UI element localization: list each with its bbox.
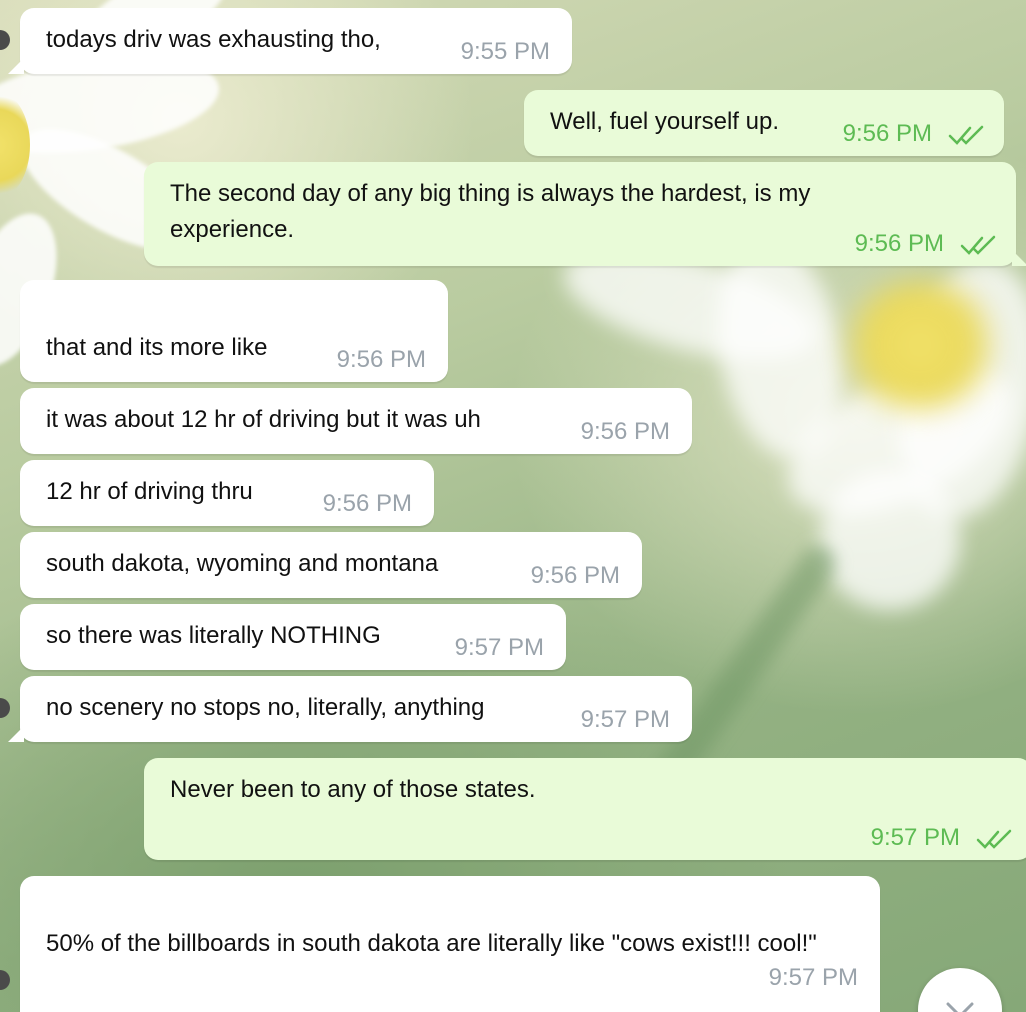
incoming-message[interactable]: that and its more like 9:56 PM xyxy=(20,280,448,382)
message-text: south dakota, wyoming and montana xyxy=(46,550,439,577)
message-time: 9:56 PM xyxy=(842,120,932,147)
incoming-message[interactable]: so there was literally NOTHING 9:57 PM xyxy=(20,604,566,670)
avatar[interactable] xyxy=(0,698,10,718)
message-time: 9:56 PM xyxy=(530,562,620,589)
message-text: todays driv was exhausting tho, xyxy=(46,26,381,53)
bubble-tail xyxy=(8,726,24,742)
message-time: 9:57 PM xyxy=(870,824,960,851)
double-check-icon xyxy=(948,125,984,145)
outgoing-message[interactable]: The second day of any big thing is alway… xyxy=(144,162,1026,266)
incoming-message[interactable]: 50% of the billboards in south dakota ar… xyxy=(20,876,880,1012)
message-time: 9:57 PM xyxy=(580,706,670,733)
avatar[interactable] xyxy=(0,30,10,50)
message-text: 12 hr of driving thru xyxy=(46,478,253,505)
message-text: The second day of any big thing is alway… xyxy=(170,180,818,243)
message-time: 9:56 PM xyxy=(854,230,944,257)
incoming-message[interactable]: it was about 12 hr of driving but it was… xyxy=(20,388,692,454)
incoming-message[interactable]: 12 hr of driving thru 9:56 PM xyxy=(20,460,434,526)
scroll-to-bottom-button[interactable] xyxy=(918,968,1002,1012)
message-text: so there was literally NOTHING xyxy=(46,622,381,649)
message-time: 9:56 PM xyxy=(336,346,426,373)
bubble-tail xyxy=(1012,250,1026,266)
incoming-message[interactable]: south dakota, wyoming and montana 9:56 P… xyxy=(20,532,642,598)
double-check-icon xyxy=(960,235,996,255)
message-text: 50% of the billboards in south dakota ar… xyxy=(46,930,817,957)
message-text: Well, fuel yourself up. xyxy=(550,108,779,135)
message-time: 9:56 PM xyxy=(322,490,412,517)
message-text: it was about 12 hr of driving but it was… xyxy=(46,406,481,433)
message-time: 9:57 PM xyxy=(768,964,858,991)
outgoing-message[interactable]: Well, fuel yourself up. 9:56 PM xyxy=(524,90,1004,156)
incoming-message[interactable]: todays driv was exhausting tho, 9:55 PM xyxy=(8,8,572,74)
bubble-tail xyxy=(8,58,24,74)
message-time: 9:56 PM xyxy=(580,418,670,445)
incoming-message[interactable]: no scenery no stops no, literally, anyth… xyxy=(8,676,692,742)
message-text: Never been to any of those states. xyxy=(170,776,536,803)
message-text: that and its more like xyxy=(46,334,268,361)
chevron-down-icon xyxy=(946,1002,974,1012)
message-time: 9:55 PM xyxy=(460,38,550,65)
avatar[interactable] xyxy=(0,970,10,990)
outgoing-message[interactable]: Never been to any of those states. 9:57 … xyxy=(144,758,1026,860)
double-check-icon xyxy=(976,829,1012,849)
message-text: no scenery no stops no, literally, anyth… xyxy=(46,694,485,721)
message-time: 9:57 PM xyxy=(454,634,544,661)
message-list[interactable]: todays driv was exhausting tho, 9:55 PM … xyxy=(0,0,1026,1012)
